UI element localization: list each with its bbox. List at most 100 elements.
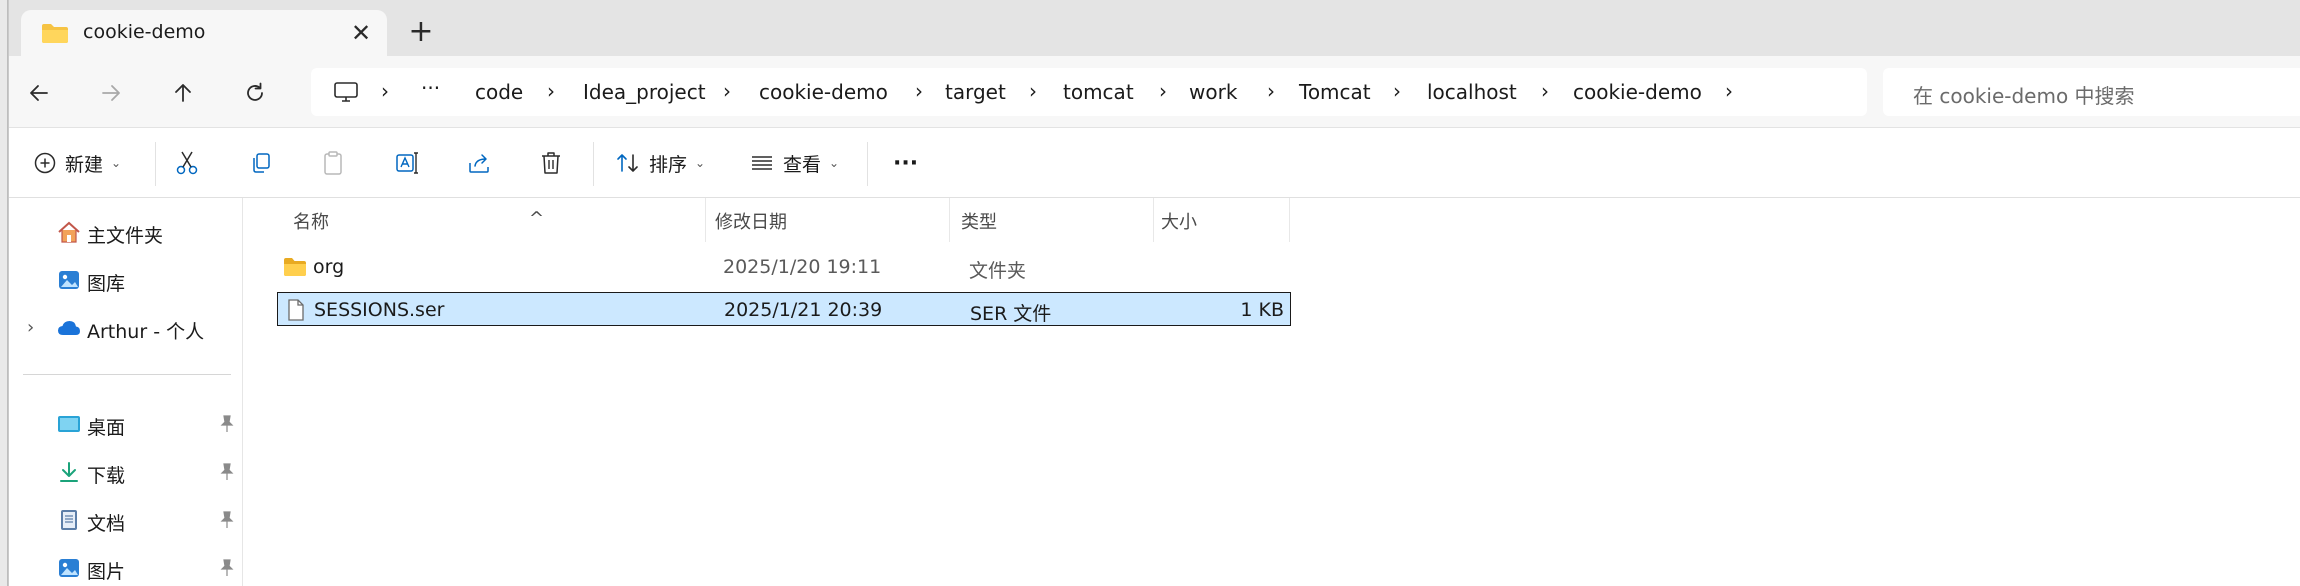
breadcrumb-separator[interactable]: › [1159,79,1167,103]
divider [155,142,156,186]
breadcrumb-target[interactable]: target [945,80,1006,104]
sidebar-divider [23,374,231,375]
refresh-icon [247,82,263,101]
address-bar[interactable]: › ··· code › Idea_project › cookie-demo … [311,68,1867,116]
document-icon [61,510,77,530]
view-label: 查看 [783,153,822,176]
share-button[interactable] [467,148,493,178]
sidebar-item-desktop[interactable]: 桌面 [9,404,243,444]
column-header-modified[interactable]: 修改日期 [705,198,949,242]
forward-button[interactable] [95,78,127,108]
copy-button[interactable] [249,148,273,178]
paste-icon [324,151,342,175]
view-list-icon [752,156,772,170]
breadcrumb-separator[interactable]: › [1029,79,1037,103]
file-row-org[interactable]: org 2025/1/20 19:11 文件夹 [277,250,1291,284]
search-box[interactable]: 在 cookie-demo 中搜索 [1883,68,2300,116]
breadcrumb-overflow[interactable]: ··· [421,76,440,100]
column-type-label: 类型 [961,212,997,233]
tab-title: cookie-demo [83,21,206,43]
breadcrumb-cookie-demo[interactable]: cookie-demo [759,80,888,104]
folder-icon [42,24,68,43]
refresh-button[interactable] [239,78,271,108]
search-input[interactable]: 在 cookie-demo 中搜索 [1913,80,2135,109]
back-button[interactable] [23,78,55,108]
breadcrumb-tomcat-upper[interactable]: Tomcat [1299,80,1371,104]
column-header-name[interactable]: 名称 ^ [277,198,689,242]
divider [593,142,594,186]
pin-icon[interactable] [219,559,235,577]
file-row-sessions-ser[interactable]: SESSIONS.ser 2025/1/21 20:39 SER 文件 1 KB [277,292,1291,326]
breadcrumb-work[interactable]: work [1189,80,1237,104]
sort-ascending-icon: ^ [529,208,545,229]
window-edge [0,0,8,586]
breadcrumb-separator[interactable]: › [1541,79,1549,103]
view-button[interactable]: 查看 ⌄ [749,148,839,178]
arrow-right-icon [102,85,120,101]
breadcrumb-separator[interactable]: › [1393,79,1401,103]
delete-button[interactable] [539,148,563,178]
sidebar-item-gallery[interactable]: 图库 [9,260,243,300]
paste-button[interactable] [321,148,345,178]
tab-cookie-demo[interactable]: cookie-demo ✕ [21,10,387,56]
chevron-down-icon: ⌄ [829,156,840,170]
column-header-type[interactable]: 类型 [949,198,1153,242]
copy-icon [253,153,270,173]
pin-icon[interactable] [219,511,235,529]
column-name-label: 名称 [293,212,329,233]
column-divider[interactable] [1289,198,1290,242]
sidebar-item-label: 主文件夹 [87,225,164,247]
breadcrumb-separator[interactable]: › [915,79,923,103]
sidebar-item-label: 图片 [87,561,126,583]
sidebar-item-downloads[interactable]: 下载 [9,452,243,492]
sidebar-item-label: 下载 [87,465,126,487]
cloud-icon [58,321,80,335]
more-options-button[interactable]: ··· [893,148,918,178]
sort-button[interactable]: 排序 ⌄ [615,148,705,178]
new-label: 新建 [65,153,104,176]
sidebar-item-label: 文档 [87,513,126,535]
sidebar-item-onedrive[interactable]: › Arthur - 个人 [9,308,243,348]
breadcrumb-separator[interactable]: › [1725,79,1733,103]
sidebar-item-documents[interactable]: 文档 [9,500,243,540]
up-button[interactable] [167,78,199,108]
navigation-bar: › ··· code › Idea_project › cookie-demo … [9,56,2300,128]
desktop-icon [58,416,80,432]
new-tab-button[interactable]: + [405,17,437,48]
file-type: 文件夹 [969,260,1027,282]
pin-icon[interactable] [219,415,235,433]
arrow-left-icon [30,85,48,101]
pin-icon[interactable] [219,463,235,481]
file-size: 1 KB [1240,299,1284,321]
new-button[interactable]: 新建 ⌄ [33,148,121,178]
file-type: SER 文件 [970,303,1052,325]
computer-icon [334,82,358,102]
column-header-size[interactable]: 大小 [1153,198,1289,242]
chevron-right-icon[interactable]: › [27,317,34,338]
more-icon: ··· [893,150,919,176]
trash-icon [542,152,560,174]
download-icon [60,462,78,482]
breadcrumb-tomcat[interactable]: tomcat [1063,80,1134,104]
breadcrumb-idea-project[interactable]: Idea_project [583,80,706,104]
file-modified: 2025/1/20 19:11 [723,256,882,278]
sidebar-item-home[interactable]: 主文件夹 [9,212,243,252]
sidebar-item-pictures[interactable]: 图片 [9,548,243,586]
close-tab-icon[interactable]: ✕ [347,19,375,47]
file-name: SESSIONS.ser [314,299,445,321]
breadcrumb-cookie-demo-current[interactable]: cookie-demo [1573,80,1702,104]
rename-button[interactable] [395,148,421,178]
folder-icon [284,258,306,276]
breadcrumb-separator[interactable]: › [723,79,731,103]
breadcrumb-localhost[interactable]: localhost [1427,80,1517,104]
breadcrumb-separator[interactable]: › [1267,79,1275,103]
share-icon [469,154,489,173]
breadcrumb-separator[interactable]: › [381,79,389,103]
breadcrumb-separator[interactable]: › [547,79,555,103]
file-icon [288,299,304,321]
sidebar-item-label: 图库 [87,273,126,295]
rename-icon [396,152,418,174]
breadcrumb-code[interactable]: code [475,80,523,104]
cut-button[interactable] [175,148,199,178]
file-modified: 2025/1/21 20:39 [724,299,883,321]
